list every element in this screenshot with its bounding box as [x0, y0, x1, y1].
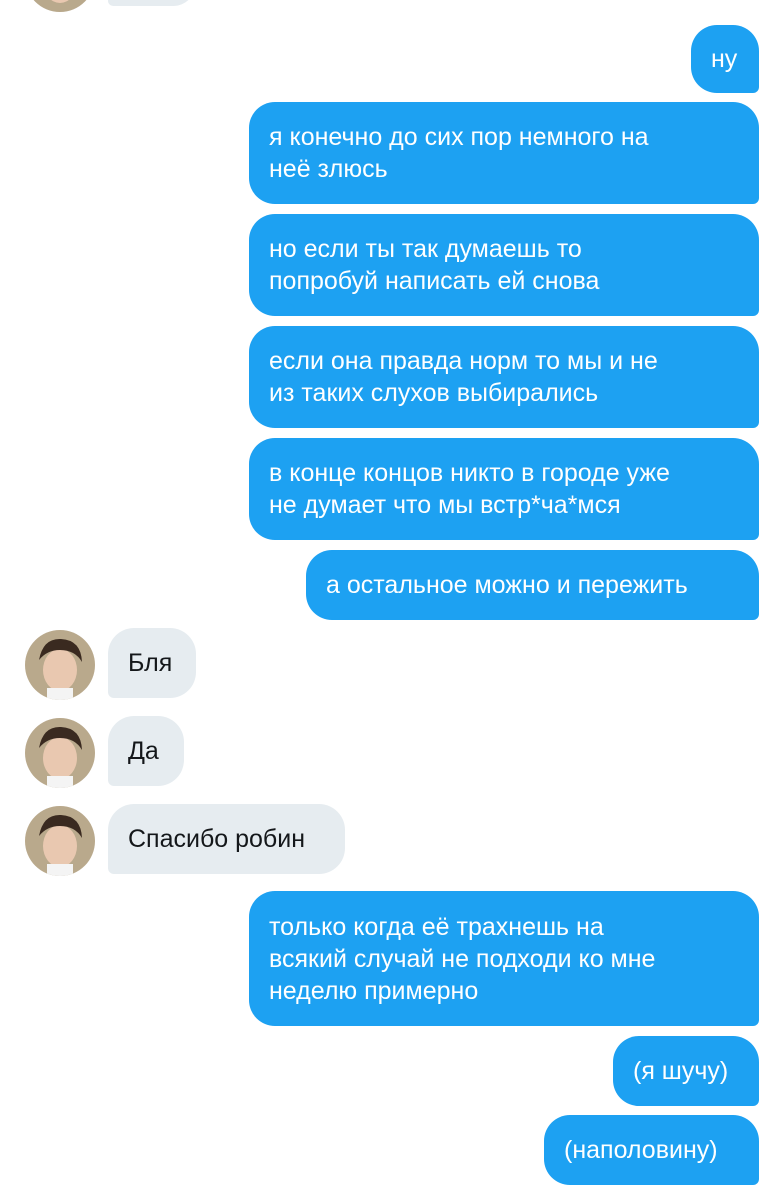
message-bubble-outgoing: я конечно до сих пор немного на неё злюс… — [249, 102, 759, 204]
message-bubble-incoming-partial — [108, 0, 196, 6]
message-bubble-outgoing: (я шучу) — [613, 1036, 759, 1106]
message-text: только когда её трахнешь на всякий случа… — [269, 912, 656, 1005]
contact-avatar[interactable] — [25, 806, 95, 876]
avatar-image — [25, 806, 95, 876]
message-bubble-outgoing: в конце концов никто в городе уже не дум… — [249, 438, 759, 540]
message-text: Да — [128, 737, 159, 765]
message-bubble-outgoing: ну — [691, 25, 759, 93]
message-bubble-outgoing: а остальное можно и пережить — [306, 550, 759, 620]
message-bubble-outgoing: но если ты так думаешь то попробуй напис… — [249, 214, 759, 316]
avatar-image — [25, 0, 95, 12]
message-text: (я шучу) — [633, 1057, 729, 1085]
contact-avatar[interactable] — [25, 718, 95, 788]
message-bubble-outgoing: только когда её трахнешь на всякий случа… — [249, 891, 759, 1026]
message-text: в конце концов никто в городе уже не дум… — [269, 459, 670, 519]
message-text: ну — [711, 45, 738, 73]
message-text: а остальное можно и пережить — [326, 571, 688, 599]
message-text: если она правда норм то мы и не из таких… — [269, 347, 658, 407]
avatar-image — [25, 718, 95, 788]
message-text: но если ты так думаешь то попробуй напис… — [269, 235, 600, 295]
message-text: Бля — [128, 649, 173, 677]
contact-avatar[interactable] — [25, 0, 95, 12]
message-bubble-outgoing: если она правда норм то мы и не из таких… — [249, 326, 759, 428]
message-bubble-outgoing: (наполовину) — [544, 1115, 759, 1185]
message-text: (наполовину) — [564, 1136, 718, 1164]
contact-avatar[interactable] — [25, 630, 95, 700]
message-text: Спасибо робин — [128, 825, 306, 853]
message-bubble-incoming: Да — [108, 716, 184, 786]
message-bubble-incoming: Спасибо робин — [108, 804, 345, 874]
avatar-image — [25, 630, 95, 700]
message-bubble-incoming: Бля — [108, 628, 196, 698]
conversation-thread: ну я конечно до сих пор немного на неё з… — [0, 0, 783, 1200]
message-text: я конечно до сих пор немного на неё злюс… — [269, 123, 649, 183]
